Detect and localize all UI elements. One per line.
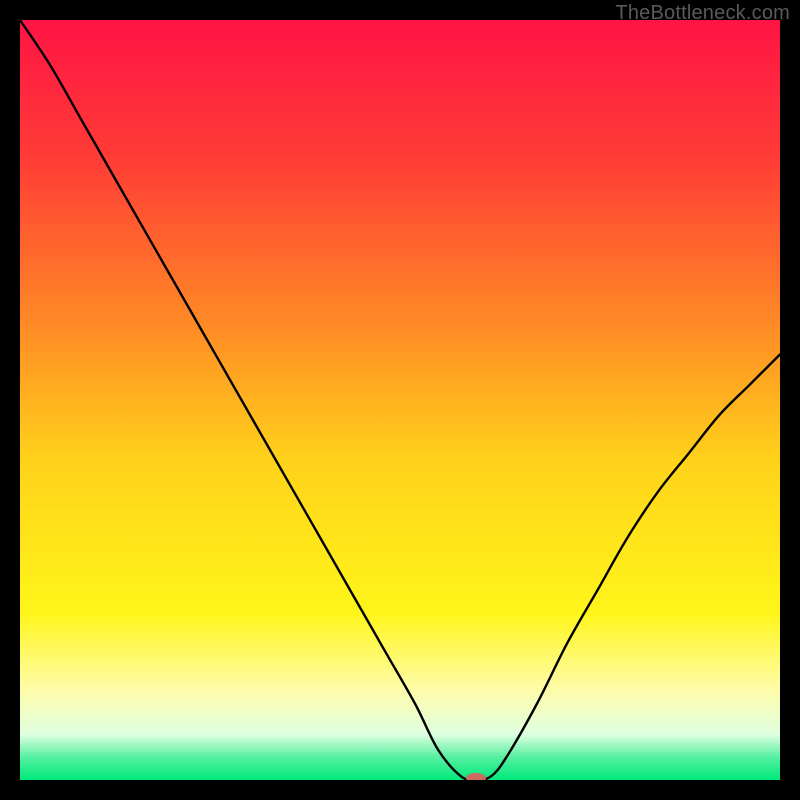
bottleneck-chart xyxy=(20,20,780,780)
gradient-background xyxy=(20,20,780,780)
chart-frame: TheBottleneck.com xyxy=(0,0,800,800)
plot-area xyxy=(20,20,780,780)
